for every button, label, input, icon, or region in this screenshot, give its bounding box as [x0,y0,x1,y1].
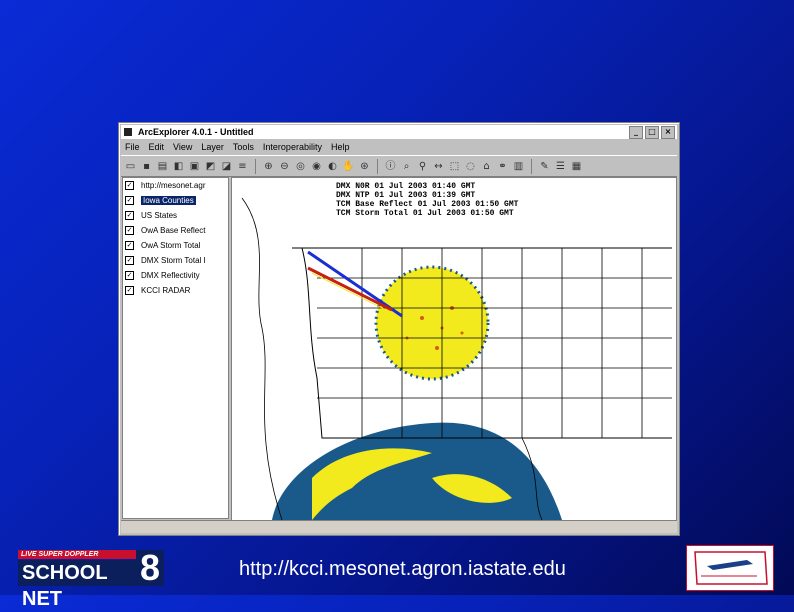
layer-order-icon[interactable]: ≡ [236,160,249,173]
toolbar-separator [255,158,256,174]
layer-item[interactable]: ✓ http://mesonet.agr [123,178,228,193]
query-icon[interactable]: ⚲ [416,160,429,173]
menu-edit[interactable]: Edit [149,142,165,152]
horizontal-scrollbar[interactable] [121,520,677,533]
menu-file[interactable]: File [125,142,140,152]
close-button[interactable]: × [661,126,675,139]
menu-layer[interactable]: Layer [201,142,224,152]
find-icon[interactable]: ⌕ [400,160,413,173]
title-bar[interactable]: ArcExplorer 4.0.1 - Untitled _ □ × [121,125,677,139]
state-border [241,197,283,520]
layer-label: US States [141,211,178,220]
pan-hand-icon[interactable]: ✋ [342,160,355,173]
layer-item[interactable]: ✓ Iowa Counties [123,193,228,208]
storm-track-red [311,272,393,314]
slide: { "window": { "title": "ArcExplorer 4.0.… [0,0,794,610]
toolbar: ▭ ▪ ▤ ◧ ▣ ◩ ◪ ≡ ⊕ ⊖ ◎ ◉ ◐ ✋ ⊛ ⓘ ⌕ ⚲ ↔ ⬚ … [121,155,677,177]
layer-checkbox[interactable]: ✓ [125,256,134,265]
edit-icon[interactable]: ✎ [538,160,551,173]
iowa-map-icon [694,551,768,585]
globe-icon[interactable]: ⊛ [358,160,371,173]
zoom-full-icon[interactable]: ◎ [294,160,307,173]
toolbar-separator [531,158,532,174]
layer-checkbox[interactable]: ✓ [125,211,134,220]
radar-timestamp-line: TCM Base Reflect 01 Jul 2003 01:50 GMT [336,200,519,209]
layer-checkbox[interactable]: ✓ [125,181,134,190]
layer-checkbox[interactable]: ✓ [125,226,134,235]
toolbar-separator [377,158,378,174]
layer-item[interactable]: ✓ KCCI RADAR [123,283,228,298]
iowa-environmental-mesonet-logo [686,545,774,591]
logo-tagline: LIVE SUPER DOPPLER [18,550,139,559]
layer-checkbox[interactable]: ✓ [125,271,134,280]
map-tips-icon[interactable]: ⌂ [480,160,493,173]
zoom-out-icon[interactable]: ⊖ [278,160,291,173]
kcci-school-net-logo: LIVE SUPER DOPPLER SCHOOL NET 8 [18,550,164,610]
arcexplorer-window: ArcExplorer 4.0.1 - Untitled _ □ × File … [118,122,680,536]
add-layer-icon[interactable]: ◧ [172,160,185,173]
radar-map-graphic [241,197,672,520]
toc-icon[interactable]: ▥ [512,160,525,173]
map-view[interactable]: DMX N0R 01 Jul 2003 01:40 GMT DMX NTP 01… [231,177,677,521]
open-project-icon[interactable]: ▤ [156,160,169,173]
zoom-in-icon[interactable]: ⊕ [262,160,275,173]
maximize-button[interactable]: □ [645,126,659,139]
layer-label: OwA Base Reflect [141,226,206,235]
layer-label: OwA Storm Total [141,241,201,250]
radar-timestamp-line: DMX NTP 01 Jul 2003 01:39 GMT [336,191,476,200]
layer-item[interactable]: ✓ DMX Storm Total I [123,253,228,268]
layer-item[interactable]: ✓ DMX Reflectivity [123,268,228,283]
logo-number: 8 [136,550,164,586]
layer-label: KCCI RADAR [141,286,191,295]
layer-checkbox[interactable]: ✓ [125,286,134,295]
layer-label: DMX Storm Total I [141,256,206,265]
identify-icon[interactable]: ⓘ [384,160,397,173]
zoom-previous-icon[interactable]: ◐ [326,160,339,173]
layer-item[interactable]: ✓ OwA Base Reflect [123,223,228,238]
storm-track-red [307,266,393,312]
layer-label: http://mesonet.agr [141,181,206,190]
table-icon[interactable]: ▦ [570,160,583,173]
radar-timestamp-line: DMX N0R 01 Jul 2003 01:40 GMT [336,182,476,191]
select-icon[interactable]: ⬚ [448,160,461,173]
menu-view[interactable]: View [173,142,192,152]
new-icon[interactable]: ▭ [124,160,137,173]
layer-list: ✓ http://mesonet.agr ✓ Iowa Counties ✓ U… [122,177,229,519]
app-icon [124,128,132,136]
layer-checkbox[interactable]: ✓ [125,196,134,205]
menu-help[interactable]: Help [331,142,350,152]
radar-timestamp-line: TCM Storm Total 01 Jul 2003 01:50 GMT [336,209,514,218]
print-icon[interactable]: ▣ [188,160,201,173]
zoom-layer-icon[interactable]: ◉ [310,160,323,173]
menu-interoperability[interactable]: Interoperability [263,142,322,152]
menu-tools[interactable]: Tools [233,142,254,152]
save-icon[interactable]: ▪ [140,160,153,173]
measure-icon[interactable]: ↔ [432,160,445,173]
layer-item[interactable]: ✓ OwA Storm Total [123,238,228,253]
menu-bar: File Edit View Layer Tools Interoperabil… [121,140,677,153]
hyperlink-icon[interactable]: ⚭ [496,160,509,173]
buffer-icon[interactable]: ◌ [464,160,477,173]
layer-label: DMX Reflectivity [141,271,200,280]
layer-label: Iowa Counties [141,196,196,205]
remove-layer-icon[interactable]: ◪ [220,160,233,173]
window-title: ArcExplorer 4.0.1 - Untitled [138,127,254,137]
website-url[interactable]: http://kcci.mesonet.agron.iastate.edu [239,558,566,581]
radar-timestamps: DMX N0R 01 Jul 2003 01:40 GMT DMX NTP 01… [336,182,518,218]
minimize-button[interactable]: _ [629,126,643,139]
layer-item[interactable]: ✓ US States [123,208,228,223]
attributes-icon[interactable]: ☰ [554,160,567,173]
layer-properties-icon[interactable]: ◩ [204,160,217,173]
county-grid [317,248,672,438]
logo-title: SCHOOL NET [18,560,140,610]
layer-checkbox[interactable]: ✓ [125,241,134,250]
